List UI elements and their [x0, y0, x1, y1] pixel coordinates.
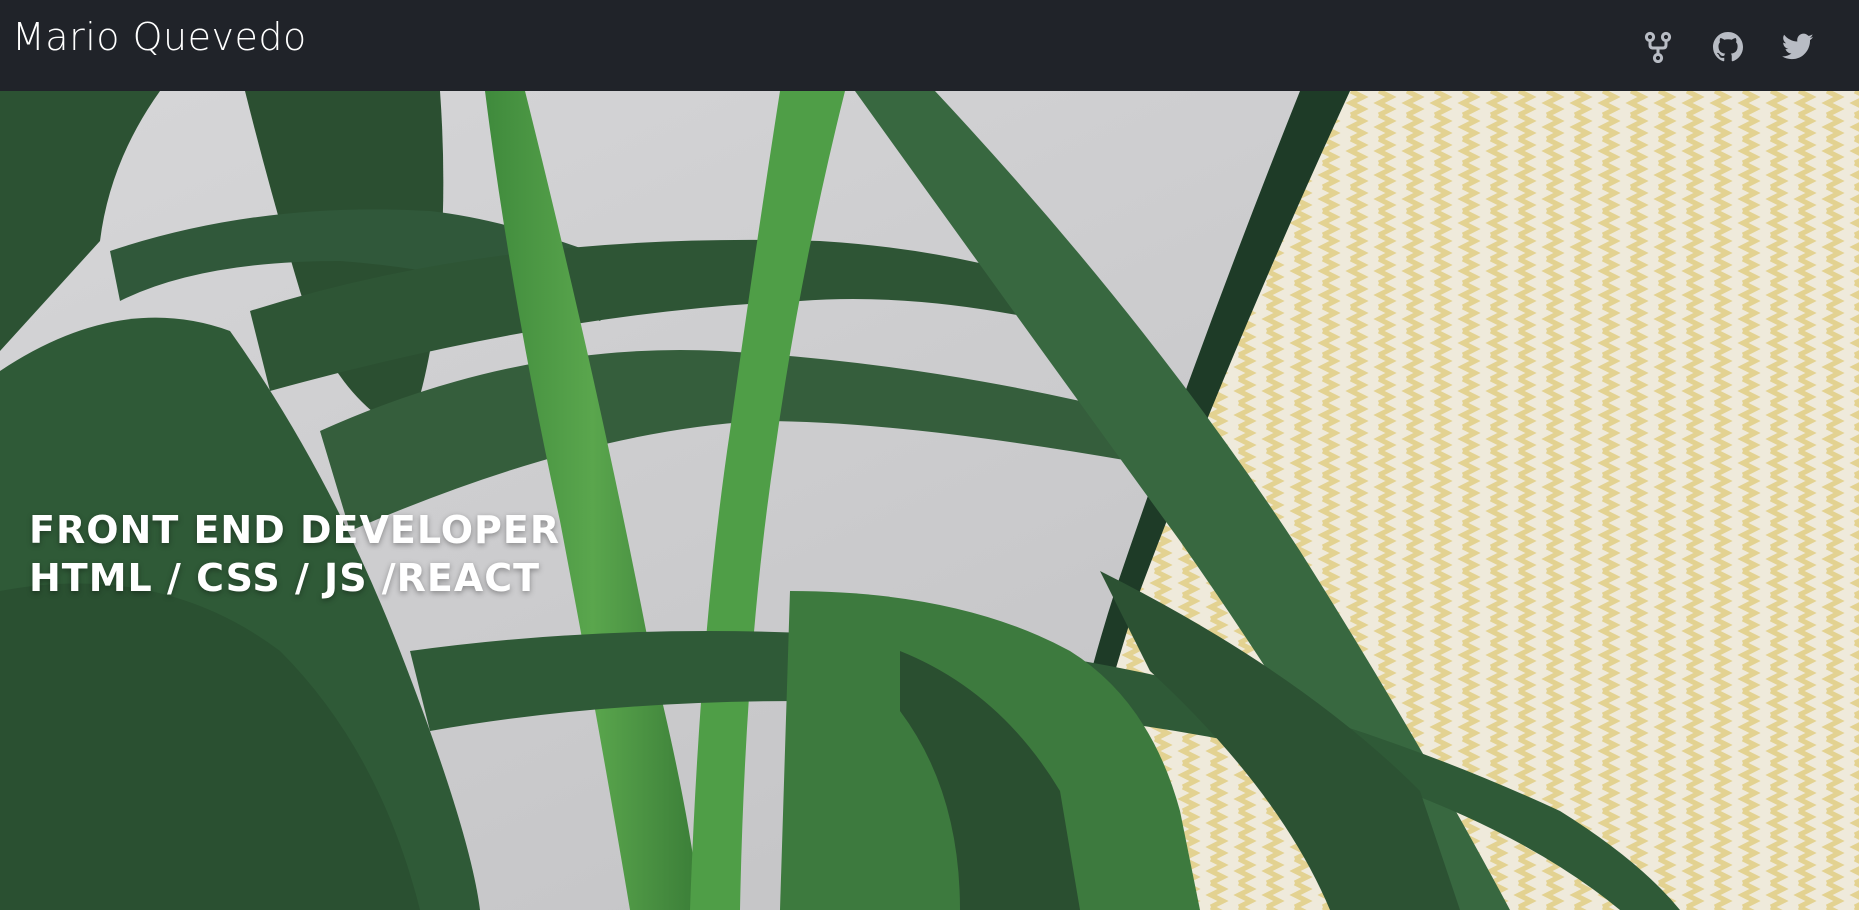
hero-headline: Front End Developer HTML / CSS / JS /REA… — [29, 506, 560, 602]
hero-title: Front End Developer — [29, 508, 561, 552]
hero-background-image — [0, 91, 1859, 910]
fork-icon[interactable] — [1623, 30, 1693, 64]
twitter-icon[interactable] — [1763, 30, 1833, 64]
page: Mario Quevedo FRONT END DEVELOPER HTML /… — [0, 0, 1859, 910]
hero-subtitle: HTML / CSS / JS /REACT — [29, 556, 541, 600]
brand-link[interactable]: Mario Quevedo — [12, 13, 307, 61]
navbar: Mario Quevedo — [0, 0, 1859, 91]
github-icon[interactable] — [1693, 30, 1763, 64]
social-nav — [1623, 30, 1833, 64]
hero-section: Front End Developer HTML / CSS / JS /REA… — [0, 91, 1859, 910]
